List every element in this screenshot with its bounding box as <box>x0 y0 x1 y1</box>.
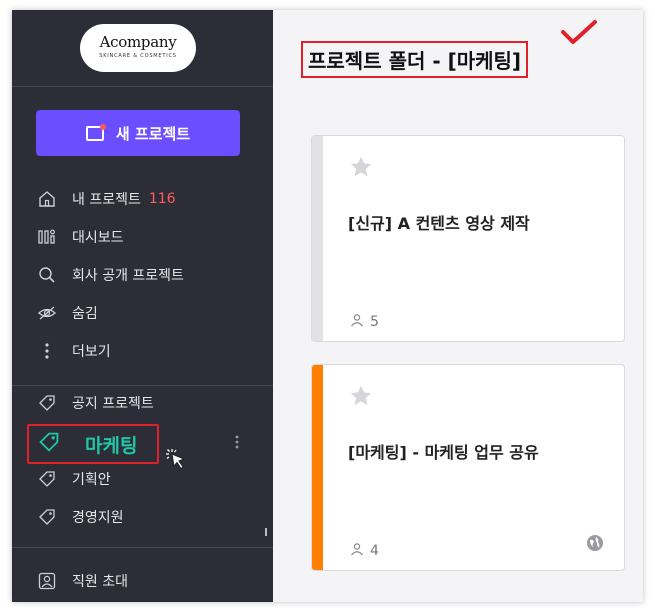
sidebar-item-hidden[interactable]: 숨김 <box>36 301 98 325</box>
sidebar-scrollbar[interactable] <box>265 528 267 536</box>
page-title: 프로젝트 폴더 - [마케팅] <box>301 41 529 78</box>
home-icon <box>36 188 58 210</box>
app-window: Acompany SKINCARE & COSMETICS 새 프로젝트 내 프… <box>12 10 643 602</box>
folder-item-label: 마케팅 <box>85 434 138 457</box>
tag-icon <box>36 468 58 490</box>
sidebar-divider <box>12 547 273 548</box>
sidebar-item-invite[interactable]: 직원 초대 <box>36 569 128 593</box>
logo-brand: Acompany <box>99 33 177 51</box>
company-logo[interactable]: Acompany SKINCARE & COSMETICS <box>80 24 196 72</box>
star-icon[interactable] <box>348 154 374 184</box>
card-title: [신규] A 컨텐츠 영상 제작 <box>348 214 530 233</box>
more-vertical-icon <box>36 340 58 362</box>
globe-icon <box>586 534 604 556</box>
logo-tagline: SKINCARE & COSMETICS <box>99 53 177 59</box>
user-icon <box>350 313 370 331</box>
tag-icon <box>36 506 58 528</box>
folder-item-label: 공지 프로젝트 <box>72 396 154 412</box>
user-icon <box>350 542 370 560</box>
invite-icon <box>36 570 58 592</box>
search-icon <box>36 264 58 286</box>
sidebar-item-label: 내 프로젝트 <box>72 192 141 208</box>
member-count: 4 <box>350 542 379 560</box>
folder-item-label: 경영지원 <box>72 510 124 526</box>
sidebar-item-public-projects[interactable]: 회사 공개 프로젝트 <box>36 263 184 287</box>
new-project-button[interactable]: 새 프로젝트 <box>36 110 240 156</box>
project-count-badge: 116 <box>148 191 176 207</box>
sidebar-divider <box>12 385 273 386</box>
folder-item-notice[interactable]: 공지 프로젝트 <box>36 391 154 415</box>
check-icon <box>559 18 599 52</box>
folder-options-icon[interactable] <box>234 434 240 454</box>
sidebar-item-my-projects[interactable]: 내 프로젝트 116 <box>36 187 176 211</box>
sidebar-item-label: 더보기 <box>72 344 111 360</box>
project-card[interactable]: [신규] A 컨텐츠 영상 제작 5 <box>311 135 625 342</box>
sidebar-item-dashboard[interactable]: 대시보드 <box>36 225 124 249</box>
folder-item-label: 기획안 <box>72 472 111 488</box>
star-icon[interactable] <box>348 383 374 413</box>
tag-icon <box>37 430 61 458</box>
new-project-icon <box>85 123 106 141</box>
tag-icon <box>36 392 58 414</box>
card-color-bar <box>312 365 323 570</box>
member-count-value: 5 <box>370 314 379 330</box>
new-project-label: 새 프로젝트 <box>115 124 191 143</box>
folder-item-planning[interactable]: 기획안 <box>36 467 111 491</box>
cursor-icon <box>164 446 190 476</box>
folder-item-marketing[interactable]: 마케팅 <box>27 424 159 464</box>
eye-off-icon <box>36 302 58 324</box>
dashboard-icon <box>36 226 58 248</box>
sidebar-item-label: 대시보드 <box>72 230 124 246</box>
sidebar-item-more[interactable]: 더보기 <box>36 339 111 363</box>
sidebar-item-label: 숨김 <box>72 306 98 322</box>
sidebar-divider <box>12 86 273 87</box>
member-count-value: 4 <box>370 543 379 559</box>
invite-label: 직원 초대 <box>72 574 128 590</box>
sidebar-item-label: 회사 공개 프로젝트 <box>72 268 184 284</box>
card-color-bar <box>312 136 323 341</box>
card-title: [마케팅] - 마케팅 업무 공유 <box>348 443 539 462</box>
sidebar: Acompany SKINCARE & COSMETICS 새 프로젝트 내 프… <box>12 10 273 602</box>
folder-item-management[interactable]: 경영지원 <box>36 505 124 529</box>
member-count: 5 <box>350 313 379 331</box>
main-content: 프로젝트 폴더 - [마케팅] [신규] A 컨텐츠 영상 제작 5 [마케팅]… <box>273 10 643 602</box>
project-card[interactable]: [마케팅] - 마케팅 업무 공유 4 <box>311 364 625 571</box>
